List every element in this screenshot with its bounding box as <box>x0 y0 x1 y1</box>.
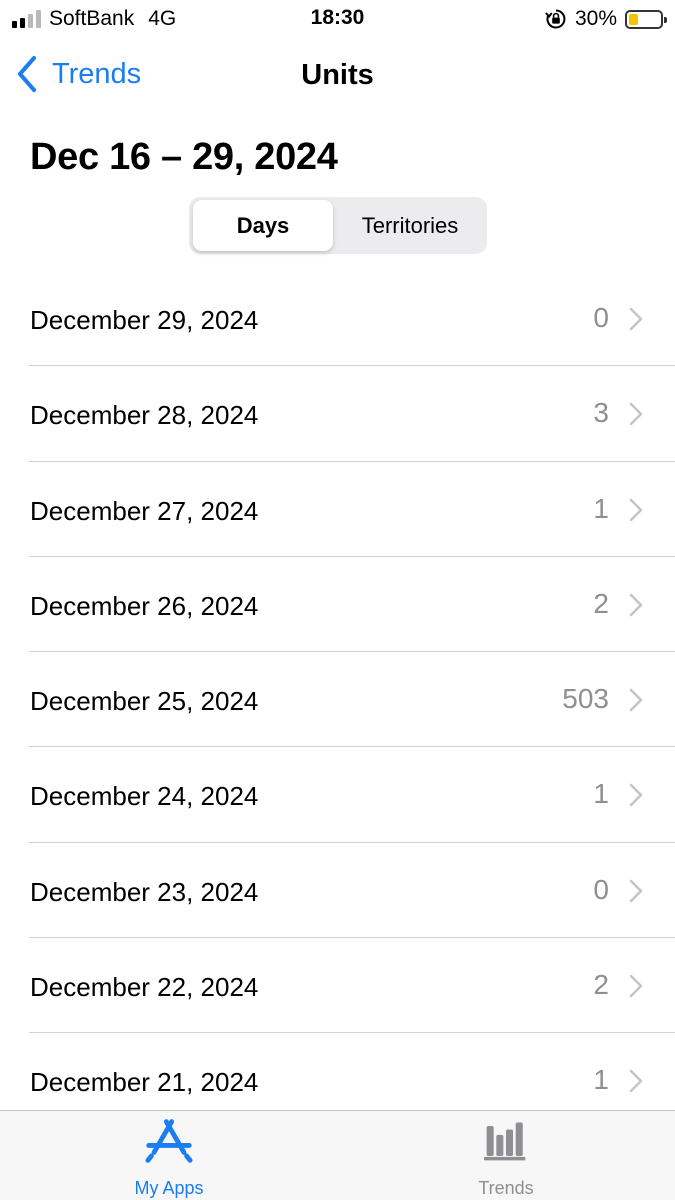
row-date: December 24, 2024 <box>30 781 259 812</box>
chevron-right-icon <box>629 879 643 903</box>
row-units-value: 2 <box>593 587 609 619</box>
tab-bar: My Apps Trends <box>0 1110 675 1200</box>
tab-my-apps[interactable]: My Apps <box>69 1119 269 1199</box>
row-units-value: 1 <box>593 492 609 524</box>
tab-my-apps-label: My Apps <box>134 1178 204 1198</box>
row-date: December 21, 2024 <box>30 1067 259 1098</box>
list-item[interactable]: December 26, 2024 2 <box>0 557 675 653</box>
date-range-title: Dec 16 – 29, 2024 <box>30 136 338 178</box>
row-date: December 22, 2024 <box>30 972 259 1003</box>
row-date: December 27, 2024 <box>30 495 259 526</box>
list-item[interactable]: December 25, 2024 503 <box>0 652 675 748</box>
status-bar: SoftBank 4G 18:30 30% <box>0 0 675 38</box>
chevron-right-icon <box>629 307 643 331</box>
orientation-lock-icon <box>545 9 566 29</box>
chevron-right-icon <box>629 688 643 712</box>
app-store-icon <box>145 1119 193 1163</box>
tab-trends-label: Trends <box>478 1178 534 1198</box>
battery-level-fill <box>629 13 638 25</box>
segment-days[interactable]: Days <box>193 200 333 251</box>
chevron-right-icon <box>629 403 643 426</box>
row-date: December 26, 2024 <box>30 590 259 621</box>
row-units-value: 2 <box>593 969 609 1001</box>
row-units-value: 1 <box>593 1064 609 1096</box>
list-item[interactable]: December 22, 2024 2 <box>0 938 675 1034</box>
units-list: December 29, 2024 0 December 28, 2024 3 Dece… <box>0 271 675 1129</box>
list-item[interactable]: December 27, 2024 1 <box>0 462 675 558</box>
status-right: 30% <box>545 6 667 32</box>
row-date: December 23, 2024 <box>30 876 259 907</box>
row-date: December 28, 2024 <box>30 400 259 431</box>
tab-trends[interactable]: Trends <box>406 1119 606 1199</box>
battery-icon <box>625 9 667 29</box>
page-title: Units <box>301 59 374 91</box>
row-units-value: 1 <box>593 778 609 810</box>
chevron-right-icon <box>629 498 643 521</box>
segment-territories[interactable]: Territories <box>337 200 483 251</box>
chevron-right-icon <box>629 1070 643 1093</box>
battery-percent: 30% <box>574 7 617 30</box>
chevron-right-icon <box>629 784 643 807</box>
row-units-value: 0 <box>593 302 609 333</box>
list-item[interactable]: December 28, 2024 3 <box>0 366 675 462</box>
navigation-bar: Trends Units <box>0 44 675 108</box>
segmented-control: Days Territories <box>189 197 487 254</box>
row-date: December 29, 2024 <box>30 305 259 335</box>
list-item[interactable]: December 23, 2024 0 <box>0 843 675 939</box>
chevron-right-icon <box>629 593 643 617</box>
list-item[interactable]: December 29, 2024 0 <box>0 271 675 367</box>
row-units-value: 503 <box>562 683 609 715</box>
chevron-right-icon <box>629 974 643 998</box>
bar-chart-icon <box>484 1122 526 1161</box>
row-date: December 25, 2024 <box>30 686 259 717</box>
list-item[interactable]: December 24, 2024 1 <box>0 747 675 844</box>
row-units-value: 3 <box>593 397 609 429</box>
row-units-value: 0 <box>593 873 609 905</box>
